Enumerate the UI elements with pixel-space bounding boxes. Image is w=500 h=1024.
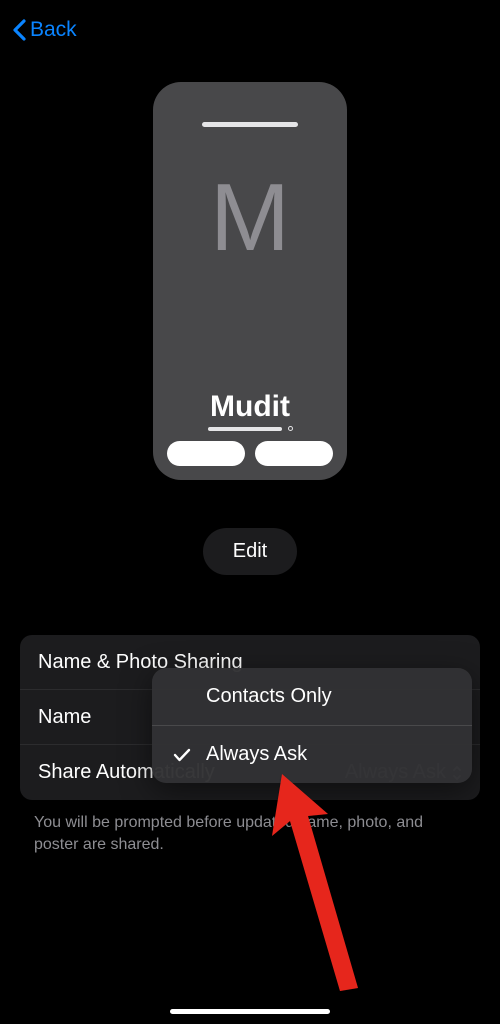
name-label: Name <box>38 706 91 729</box>
contact-card-preview[interactable]: M Mudit <box>153 82 347 480</box>
nav-bar: Back <box>0 0 500 60</box>
home-indicator[interactable] <box>170 1009 330 1014</box>
card-name: Mudit <box>210 390 290 424</box>
option-always-ask[interactable]: Always Ask <box>152 726 472 783</box>
card-preview-container: M Mudit <box>0 82 500 480</box>
option-always-ask-label: Always Ask <box>206 743 307 766</box>
back-button[interactable]: Back <box>12 18 77 42</box>
card-underline <box>208 426 293 431</box>
edit-button[interactable]: Edit <box>203 528 297 575</box>
back-label: Back <box>30 18 77 42</box>
card-top-handle <box>202 122 298 127</box>
share-options-popover: Contacts Only Always Ask <box>152 668 472 783</box>
avatar-initial: M <box>210 163 290 273</box>
checkmark-icon <box>172 748 192 762</box>
arrow-annotation-icon <box>260 766 370 996</box>
option-contacts-only[interactable]: Contacts Only <box>152 668 472 726</box>
footer-text: You will be prompted before updated name… <box>34 812 466 855</box>
edit-row: Edit <box>0 528 500 575</box>
option-contacts-only-label: Contacts Only <box>206 685 332 708</box>
chevron-left-icon <box>12 19 26 41</box>
card-bottom-pills <box>167 441 333 466</box>
